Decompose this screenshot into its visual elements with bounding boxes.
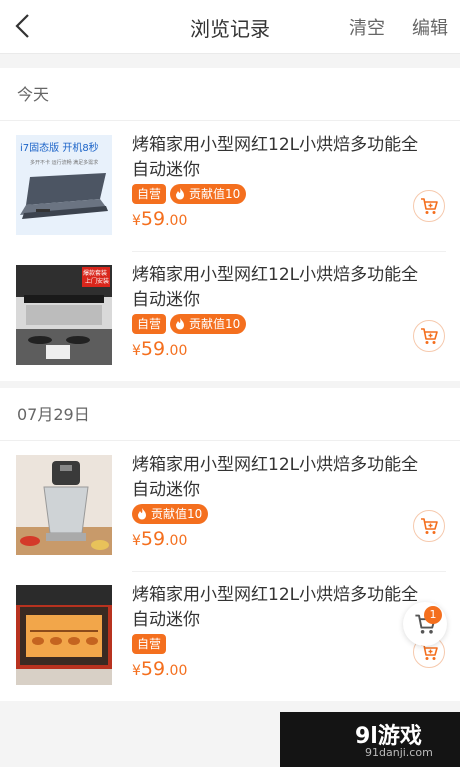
thumb-badge-sub: 上门安装 — [85, 277, 109, 285]
page-title: 浏览记录 — [190, 17, 270, 41]
history-section-date: 07月29日 烤箱家用小型网红12L小烘焙多功能全自动迷你 贡献值10 ¥59.… — [0, 388, 460, 701]
price-integer: 59 — [140, 338, 166, 360]
product-image — [16, 585, 112, 685]
price-symbol: ¥ — [132, 533, 141, 549]
product-name: 烤箱家用小型网红12L小烘焙多功能全自动迷你 — [132, 585, 419, 630]
price-symbol: ¥ — [132, 343, 141, 359]
edit-button[interactable]: 编辑 — [412, 14, 448, 40]
list-item[interactable]: 烤箱家用小型网红12L小烘焙多功能全自动迷你 自营 ¥59.00 — [0, 571, 460, 701]
flame-icon — [138, 508, 146, 520]
price-decimal: .00 — [165, 663, 188, 679]
self-operated-tag: 自营 — [132, 634, 167, 654]
price-decimal: .00 — [165, 343, 188, 359]
thumb-badge: 爆款套装 — [83, 269, 107, 277]
section-date-label: 今天 — [0, 68, 460, 121]
thumb-banner: i7固态版 开机8秒 — [20, 141, 99, 154]
contribution-tag-label: 贡献值10 — [189, 317, 241, 331]
price-symbol: ¥ — [132, 663, 141, 679]
product-image — [16, 455, 112, 555]
add-to-cart-button[interactable] — [413, 510, 445, 542]
self-operated-tag: 自营 — [132, 184, 167, 204]
cart-icon — [421, 198, 438, 214]
price-integer: 59 — [140, 658, 166, 680]
product-price: ¥59.00 — [132, 208, 187, 230]
tag-row: 自营 — [132, 634, 167, 654]
list-item[interactable]: 爆款套装 上门安装 烤箱家用小型网红12L小烘焙多功能全自动迷你 自营 贡献值1… — [0, 251, 460, 381]
cart-icon — [421, 518, 438, 534]
product-image: 爆款套装 上门安装 — [16, 265, 112, 365]
product-name: 烤箱家用小型网红12L小烘焙多功能全自动迷你 — [132, 455, 419, 500]
clear-button[interactable]: 清空 — [349, 14, 385, 40]
contribution-tag-label: 贡献值10 — [151, 507, 203, 521]
price-symbol: ¥ — [132, 213, 141, 229]
add-to-cart-button[interactable] — [413, 320, 445, 352]
price-decimal: .00 — [165, 533, 188, 549]
contribution-tag-label: 贡献值10 — [189, 187, 241, 201]
price-integer: 59 — [140, 528, 166, 550]
self-operated-tag: 自营 — [132, 314, 167, 334]
section-date-label: 07月29日 — [0, 388, 460, 441]
flame-icon — [176, 188, 185, 200]
history-section-today: 今天 i7固态版 开机8秒 多开不卡 运行流畅 满足多需求 烤箱家用小型网红12… — [0, 68, 460, 381]
product-price: ¥59.00 — [132, 528, 187, 550]
add-to-cart-button[interactable] — [413, 190, 445, 222]
cart-icon — [421, 328, 438, 344]
watermark-url: 91danji.com — [365, 746, 433, 759]
product-image: i7固态版 开机8秒 多开不卡 运行流畅 满足多需求 — [16, 135, 112, 235]
product-price: ¥59.00 — [132, 338, 187, 360]
price-decimal: .00 — [165, 213, 188, 229]
contribution-tag: 贡献值10 — [132, 504, 209, 524]
tag-row: 贡献值10 — [132, 504, 209, 524]
flame-icon — [176, 318, 185, 330]
contribution-tag: 贡献值10 — [170, 314, 247, 334]
price-integer: 59 — [140, 208, 166, 230]
contribution-tag: 贡献值10 — [170, 184, 247, 204]
cart-count-badge: 1 — [424, 606, 442, 624]
top-bar: 浏览记录 清空 编辑 — [0, 0, 460, 54]
list-item[interactable]: 烤箱家用小型网红12L小烘焙多功能全自动迷你 贡献值10 ¥59.00 — [0, 441, 460, 571]
tag-row: 自营 贡献值10 — [132, 314, 247, 334]
product-name: 烤箱家用小型网红12L小烘焙多功能全自动迷你 — [132, 135, 419, 180]
thumb-banner-sub: 多开不卡 运行流畅 满足多需求 — [30, 159, 98, 166]
product-price: ¥59.00 — [132, 658, 187, 680]
list-item[interactable]: i7固态版 开机8秒 多开不卡 运行流畅 满足多需求 烤箱家用小型网红12L小烘… — [0, 121, 460, 251]
product-name: 烤箱家用小型网红12L小烘焙多功能全自动迷你 — [132, 265, 419, 310]
tag-row: 自营 贡献值10 — [132, 184, 247, 204]
